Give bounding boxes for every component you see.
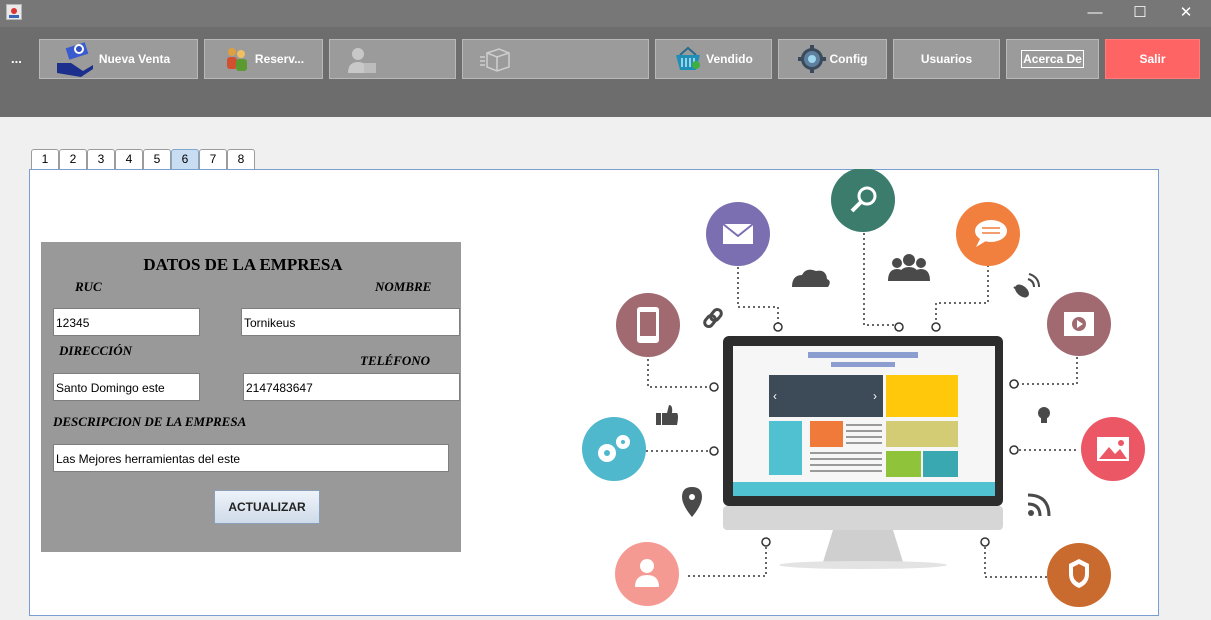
ruc-label: RUC bbox=[75, 279, 102, 294]
satellite-icon bbox=[1013, 273, 1040, 298]
telefono-label: TELÉFONO bbox=[360, 353, 431, 368]
acerca-de-button[interactable]: Acerca De bbox=[1006, 39, 1099, 79]
usuarios-button[interactable]: Usuarios bbox=[893, 39, 1000, 79]
search-icon bbox=[831, 168, 895, 232]
location-icon bbox=[682, 487, 702, 517]
vendido-button[interactable]: Vendido bbox=[655, 39, 772, 79]
svg-text:‹: ‹ bbox=[773, 389, 777, 403]
maximize-button[interactable]: ☐ bbox=[1117, 0, 1163, 27]
box-icon bbox=[479, 45, 510, 73]
overflow-menu-button[interactable]: ... bbox=[11, 51, 22, 66]
main-toolbar: ... Nueva Venta Reserv... Vendido Config… bbox=[0, 27, 1211, 117]
money-hand-icon bbox=[56, 42, 95, 77]
vendido-label: Vendido bbox=[706, 52, 753, 66]
tab-2[interactable]: 2 bbox=[59, 149, 87, 169]
tab-5[interactable]: 5 bbox=[143, 149, 171, 169]
tab-4[interactable]: 4 bbox=[115, 149, 143, 169]
usuarios-label: Usuarios bbox=[920, 52, 973, 66]
nombre-input[interactable]: Tornikeus bbox=[241, 308, 460, 336]
basket-icon bbox=[674, 45, 702, 73]
nombre-label: NOMBRE bbox=[375, 279, 432, 294]
productos-button[interactable] bbox=[462, 39, 649, 79]
tab-3[interactable]: 3 bbox=[87, 149, 115, 169]
link-icon bbox=[703, 307, 723, 329]
video-icon bbox=[1047, 292, 1111, 356]
descripcion-input[interactable]: Las Mejores herramientas del este bbox=[53, 444, 449, 472]
reservas-button[interactable]: Reserv... bbox=[204, 39, 323, 79]
close-window-button[interactable]: ✕ bbox=[1163, 0, 1209, 27]
tab-8[interactable]: 8 bbox=[227, 149, 255, 169]
java-app-icon bbox=[6, 4, 22, 20]
direccion-label: DIRECCIÓN bbox=[59, 343, 132, 358]
company-data-form: DATOS DE LA EMPRESA RUC NOMBRE 12345 Tor… bbox=[41, 242, 461, 552]
mobile-icon bbox=[616, 293, 680, 357]
gears-icon bbox=[582, 417, 646, 481]
nueva-venta-button[interactable]: Nueva Venta bbox=[39, 39, 198, 79]
reservas-label: Reserv... bbox=[254, 52, 305, 66]
chat-icon bbox=[956, 202, 1020, 266]
image-icon bbox=[1081, 417, 1145, 481]
config-button[interactable]: Config bbox=[778, 39, 887, 79]
people-icon bbox=[223, 45, 251, 73]
svg-text:›: › bbox=[873, 389, 877, 403]
mail-icon bbox=[706, 202, 770, 266]
thumbs-up-icon bbox=[656, 405, 678, 425]
clientes-button[interactable] bbox=[329, 39, 456, 79]
tab-1[interactable]: 1 bbox=[31, 149, 59, 169]
direccion-input[interactable]: Santo Domingo este bbox=[53, 373, 200, 401]
group-icon bbox=[888, 254, 930, 281]
salir-label: Salir bbox=[1139, 52, 1166, 66]
cloud-icon bbox=[792, 269, 830, 287]
actualizar-button[interactable]: ACTUALIZAR bbox=[214, 490, 320, 524]
gear-icon bbox=[797, 45, 826, 73]
form-title: DATOS DE LA EMPRESA bbox=[143, 255, 343, 274]
title-bar: — ☐ ✕ bbox=[0, 0, 1211, 27]
user-icon bbox=[615, 542, 679, 606]
rss-icon bbox=[1027, 493, 1051, 517]
shield-icon bbox=[1047, 543, 1111, 607]
technology-illustration: ‹ › bbox=[570, 168, 1160, 615]
tab-7[interactable]: 7 bbox=[199, 149, 227, 169]
acerca-de-label: Acerca De bbox=[1021, 50, 1084, 68]
config-label: Config bbox=[829, 52, 868, 66]
telefono-input[interactable]: 2147483647 bbox=[243, 373, 460, 401]
salir-button[interactable]: Salir bbox=[1105, 39, 1200, 79]
ruc-input[interactable]: 12345 bbox=[53, 308, 200, 336]
monitor-icon: ‹ › bbox=[723, 336, 1003, 569]
user-card-icon bbox=[346, 45, 376, 73]
descripcion-label: DESCRIPCION DE LA EMPRESA bbox=[53, 414, 247, 429]
nueva-venta-label: Nueva Venta bbox=[98, 52, 171, 66]
bulb-icon bbox=[1038, 407, 1050, 423]
minimize-button[interactable]: — bbox=[1072, 0, 1118, 27]
tab-6[interactable]: 6 bbox=[171, 149, 199, 169]
tab-strip: 1 2 3 4 5 6 7 8 bbox=[31, 149, 255, 169]
